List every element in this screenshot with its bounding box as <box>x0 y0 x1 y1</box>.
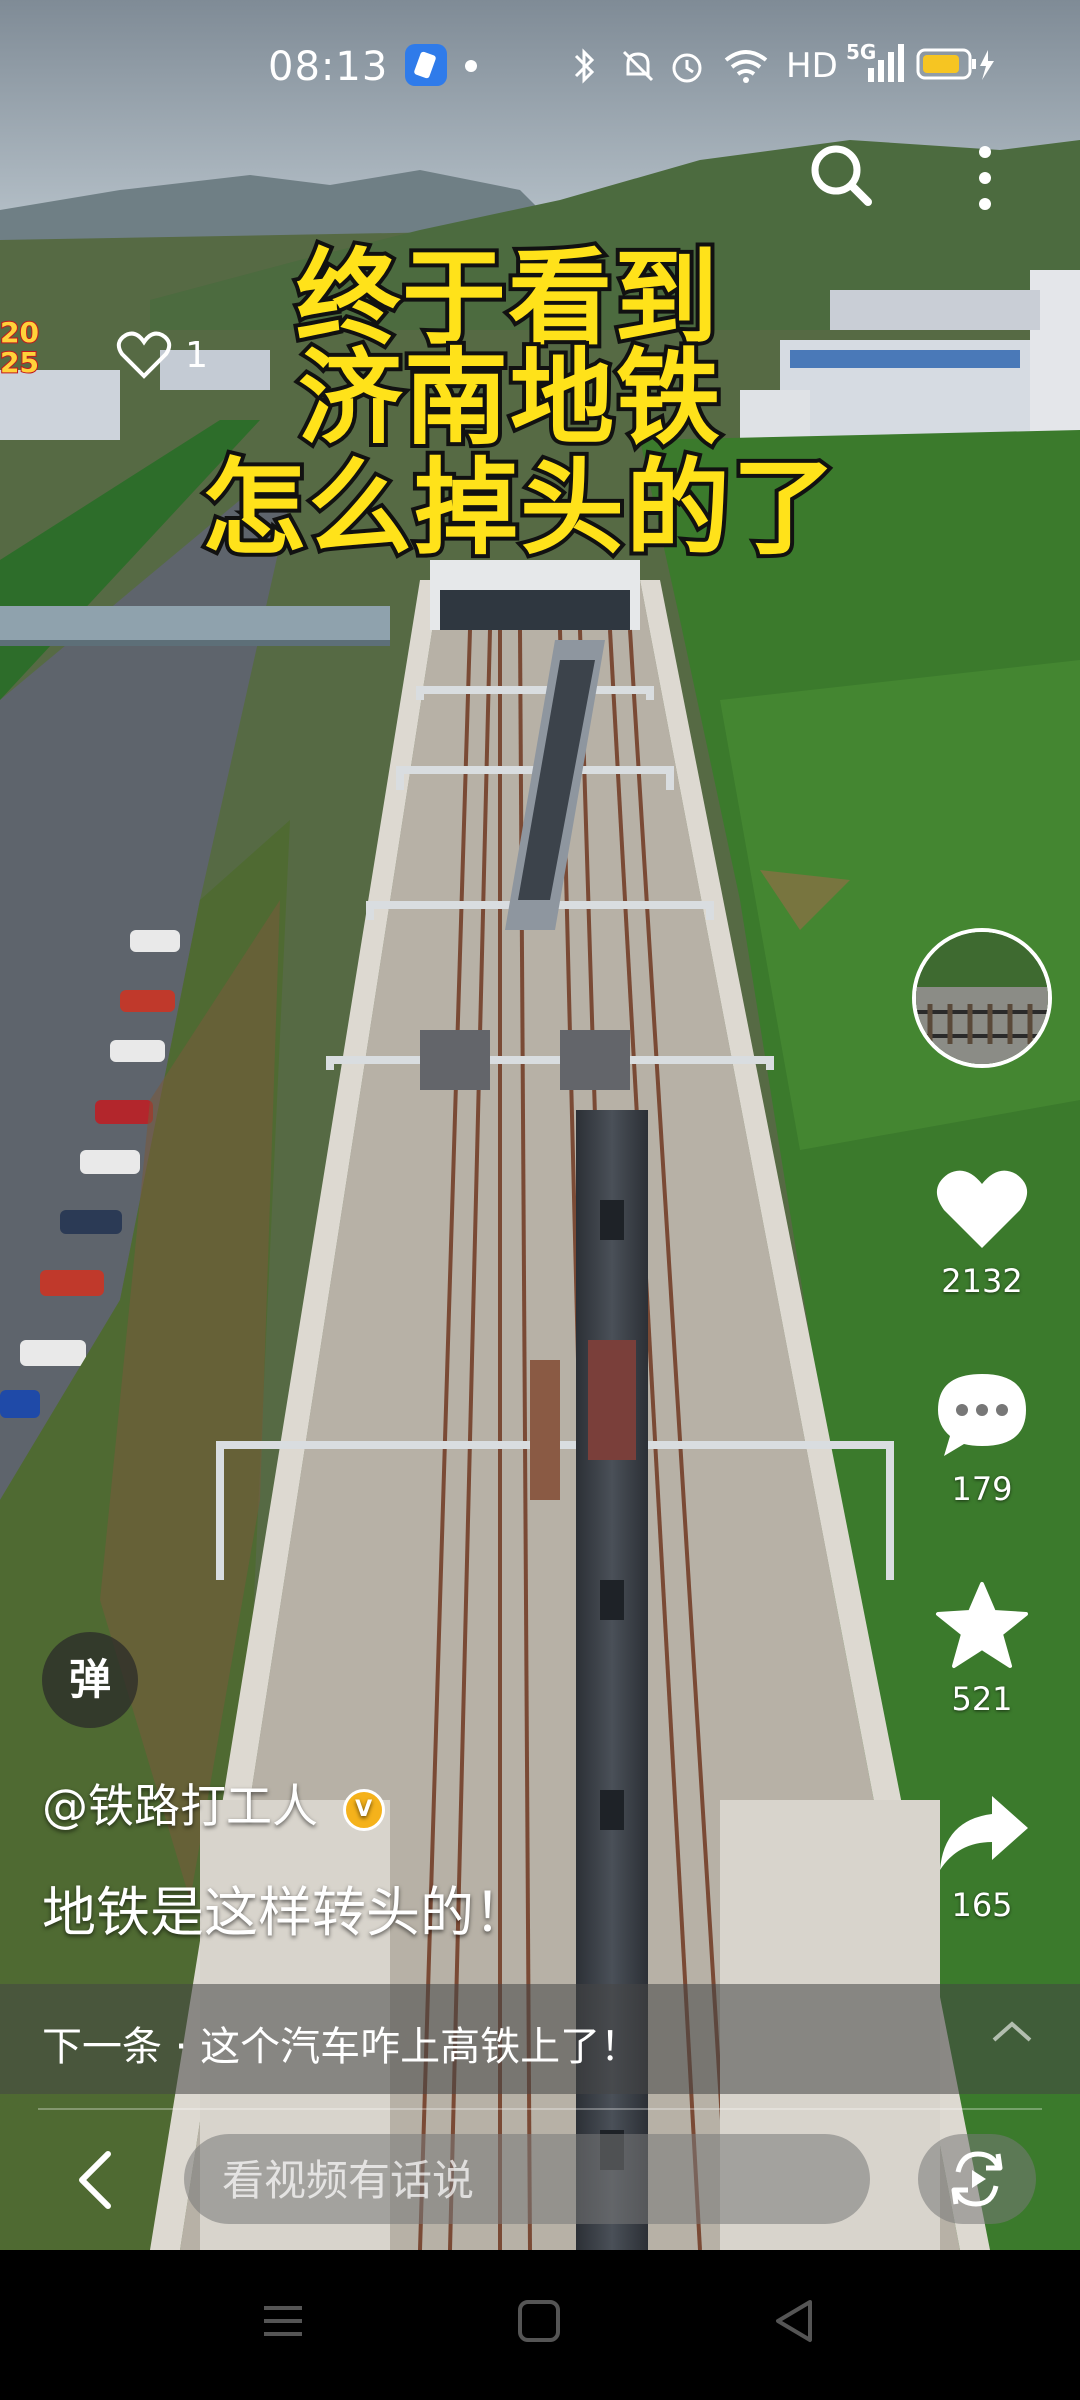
replay-icon <box>951 2151 1003 2207</box>
share-arrow-icon <box>940 1796 1028 1870</box>
alarm-icon <box>672 53 702 83</box>
like-count: 2132 <box>941 1262 1023 1300</box>
mini-heart-icon <box>116 331 172 379</box>
next-video-bar[interactable]: 下一条 · 这个汽车咋上高铁上了！ <box>0 1984 1080 2094</box>
share-button[interactable]: 165 <box>920 1790 1044 1924</box>
favorite-button[interactable]: 521 <box>920 1580 1044 1718</box>
comment-bubble-icon <box>938 1374 1026 1456</box>
mini-like-chip[interactable]: 1 <box>116 330 208 380</box>
year-badge: 20 25 <box>0 316 40 379</box>
mute-bell-icon <box>622 50 654 82</box>
danmaku-toggle-button[interactable]: 弹 <box>42 1632 138 1728</box>
system-navigation-bar <box>0 2250 1080 2400</box>
more-vertical-icon[interactable] <box>970 142 1000 214</box>
notification-dot-icon <box>465 60 477 72</box>
danmaku-label: 弹 <box>68 1655 111 1704</box>
menu-icon[interactable] <box>258 2296 308 2346</box>
author-name[interactable]: @铁路打工人 V <box>42 1770 385 1836</box>
signal-icon <box>868 44 904 82</box>
author-handle: @铁路打工人 <box>42 1779 318 1833</box>
battery-icon <box>916 48 994 80</box>
comment-input-box[interactable] <box>184 2134 870 2224</box>
back-nav-icon[interactable] <box>770 2296 820 2346</box>
verified-badge-icon: V <box>342 1788 385 1831</box>
bluetooth-icon <box>574 48 595 84</box>
video-title-line-3: 怎么掉头的了 <box>198 447 840 569</box>
comment-button[interactable]: 179 <box>920 1370 1044 1508</box>
avatar-image <box>916 932 1048 1064</box>
heart-icon <box>936 1170 1028 1248</box>
back-arrow-icon[interactable] <box>74 2150 114 2210</box>
like-button[interactable]: 2132 <box>920 1166 1044 1300</box>
next-video-label: 下一条 · 这个汽车咋上高铁上了！ <box>42 2024 641 2070</box>
star-icon <box>936 1582 1028 1668</box>
comment-input[interactable] <box>220 2152 824 2208</box>
search-icon[interactable] <box>808 142 874 208</box>
favorite-count: 521 <box>951 1680 1013 1718</box>
divider <box>38 2108 1042 2110</box>
status-time: 08:13 <box>268 44 389 90</box>
status-bar: 08:13 HD 5G <box>0 40 1080 96</box>
video-caption: 地铁是这样转头的！ <box>42 1881 528 1944</box>
replay-button[interactable] <box>918 2134 1036 2224</box>
app-notification-icon <box>405 44 447 86</box>
comment-count: 179 <box>951 1470 1013 1508</box>
wifi-icon <box>724 50 768 83</box>
mini-like-count: 1 <box>185 334 208 376</box>
home-icon[interactable] <box>514 2296 564 2346</box>
share-count: 165 <box>951 1886 1013 1924</box>
author-avatar[interactable] <box>912 928 1052 1068</box>
hd-indicator: HD <box>786 46 838 86</box>
chevron-up-icon[interactable] <box>990 2018 1034 2044</box>
